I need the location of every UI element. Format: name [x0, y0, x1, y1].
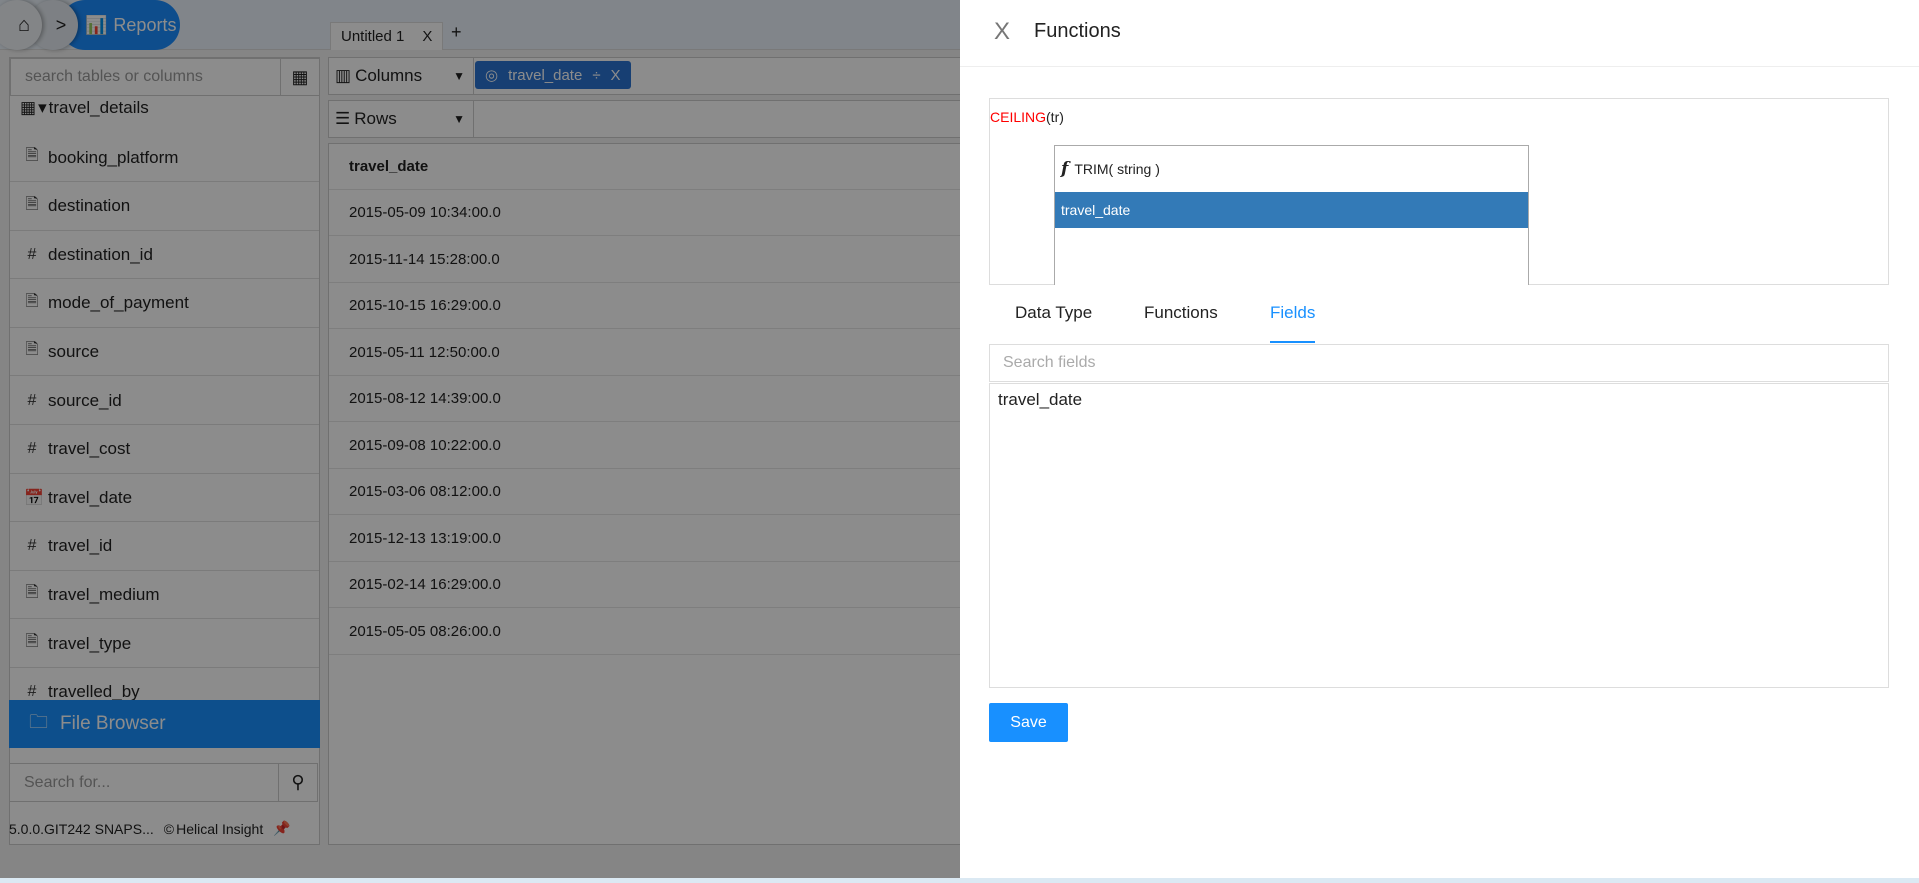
search-fields-input[interactable]: Search fields [989, 344, 1889, 382]
expression-editor[interactable]: CEILING(tr) f TRIM( string ) travel_date [989, 98, 1889, 285]
tab-fields[interactable]: Fields [1270, 303, 1315, 323]
modal-backdrop[interactable] [0, 0, 960, 878]
functions-panel: X Functions CEILING(tr) f TRIM( string ) … [960, 0, 1919, 878]
tab-functions[interactable]: Functions [1144, 303, 1218, 323]
fields-list: travel_date [989, 383, 1889, 688]
bottom-strip [0, 878, 1919, 883]
active-tab-indicator [1270, 341, 1315, 343]
autocomplete-item-trim[interactable]: f TRIM( string ) [1055, 146, 1528, 192]
autocomplete-item-travel-date[interactable]: travel_date [1055, 192, 1528, 228]
function-icon: f [1061, 159, 1069, 179]
expression-text: CEILING(tr) [990, 109, 1064, 125]
field-item[interactable]: travel_date [998, 390, 1082, 410]
autocomplete-list: f TRIM( string ) travel_date [1054, 145, 1529, 285]
panel-title: Functions [1034, 20, 1121, 42]
save-button[interactable]: Save [989, 703, 1068, 742]
close-panel-button[interactable]: X [994, 18, 1010, 46]
tab-data-type[interactable]: Data Type [1015, 303, 1092, 323]
panel-header: X Functions [960, 0, 1919, 67]
